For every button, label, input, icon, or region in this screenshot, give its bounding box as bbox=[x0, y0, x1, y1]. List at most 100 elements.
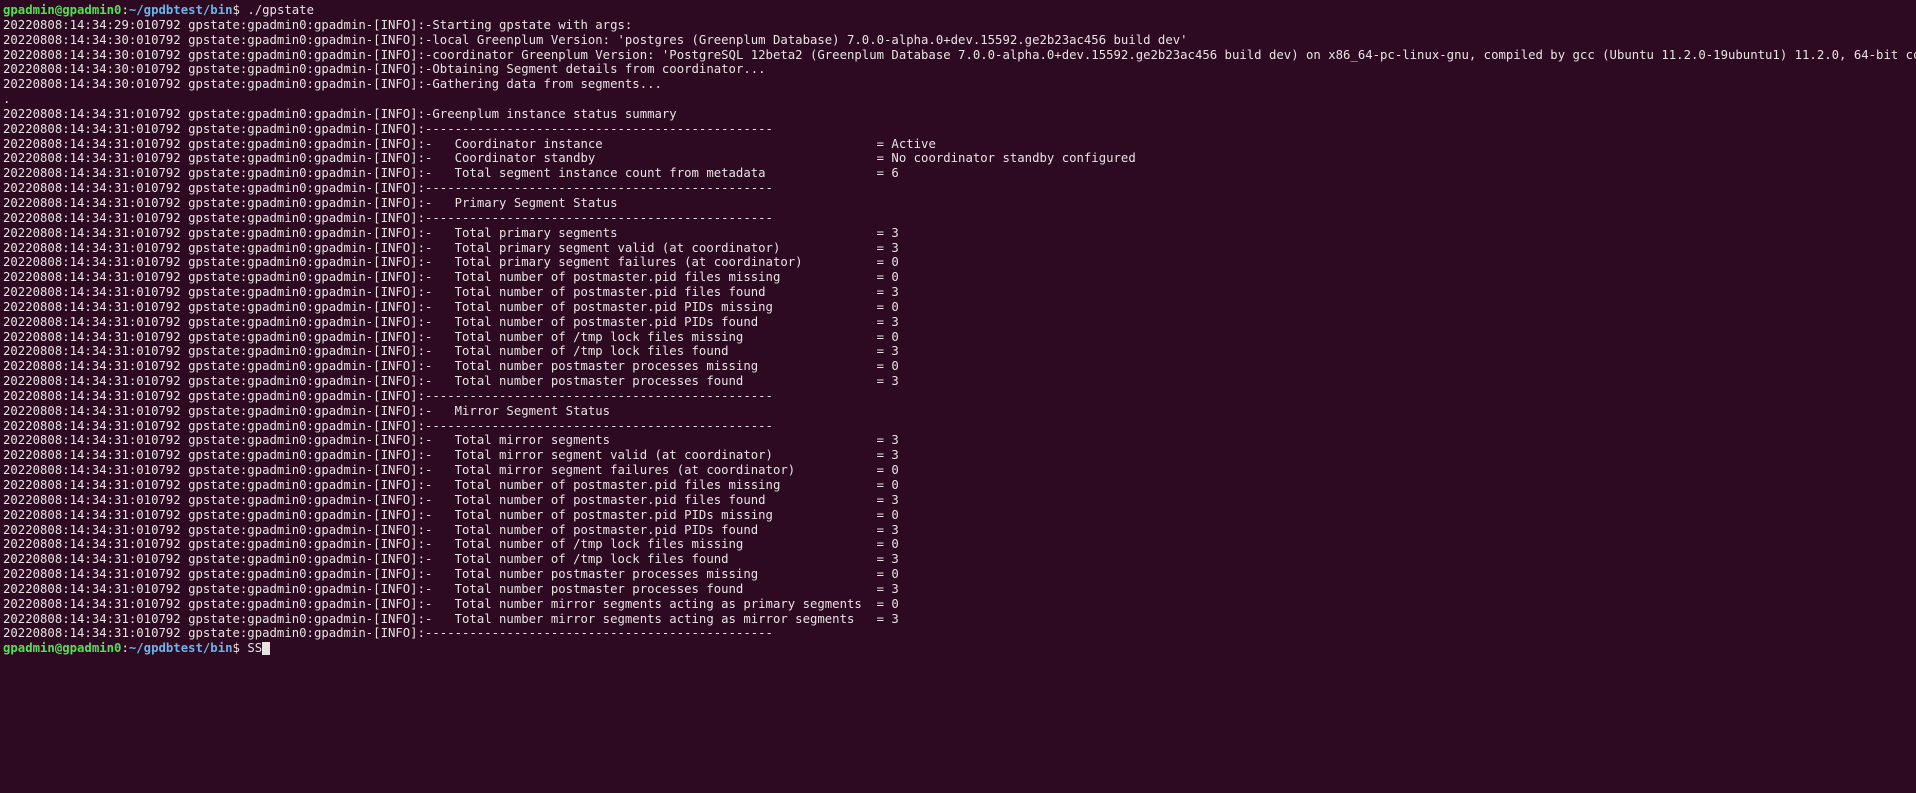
log-line: 20220808:14:34:30:010792 gpstate:gpadmin… bbox=[3, 48, 1916, 63]
section-separator: 20220808:14:34:31:010792 gpstate:gpadmin… bbox=[3, 389, 1916, 404]
status-key: Total primary segment valid (at coordina… bbox=[454, 240, 877, 255]
log-prefix: 20220808:14:34:30:010792 gpstate:gpadmin… bbox=[3, 47, 425, 62]
section-heading: 20220808:14:34:31:010792 gpstate:gpadmin… bbox=[3, 404, 1916, 419]
prompt-dollar-sign: $ bbox=[232, 641, 248, 656]
status-value: 0 bbox=[891, 329, 899, 344]
log-prefix: 20220808:14:34:31:010792 gpstate:gpadmin… bbox=[3, 448, 455, 463]
log-prefix: 20220808:14:34:31:010792 gpstate:gpadmin… bbox=[3, 195, 425, 210]
log-message: -Starting gpstate with args: bbox=[425, 17, 633, 32]
prompt-user-host: gpadmin@gpadmin0 bbox=[3, 3, 122, 17]
status-key: Total primary segment failures (at coord… bbox=[454, 255, 877, 270]
status-value: 3 bbox=[891, 581, 899, 596]
log-prefix: 20220808:14:34:31:010792 gpstate:gpadmin… bbox=[3, 329, 455, 344]
log-prefix: 20220808:14:34:31:010792 gpstate:gpadmin… bbox=[3, 478, 455, 492]
status-key: Total mirror segment failures (at coordi… bbox=[454, 463, 877, 478]
text-cursor bbox=[262, 642, 270, 656]
log-prefix: 20220808:14:34:31:010792 gpstate:gpadmin… bbox=[3, 270, 455, 285]
status-row: 20220808:14:34:31:010792 gpstate:gpadmin… bbox=[3, 463, 1916, 478]
status-equals: = bbox=[876, 374, 892, 389]
status-value: 3 bbox=[891, 225, 899, 240]
status-row: 20220808:14:34:31:010792 gpstate:gpadmin… bbox=[3, 374, 1916, 389]
status-value: 0 bbox=[891, 567, 899, 582]
log-line: 20220808:14:34:31:010792 gpstate:gpadmin… bbox=[3, 107, 1916, 122]
status-value: 3 bbox=[891, 374, 899, 389]
section-heading: 20220808:14:34:31:010792 gpstate:gpadmin… bbox=[3, 196, 1916, 211]
log-prefix: 20220808:14:34:31:010792 gpstate:gpadmin… bbox=[3, 433, 455, 448]
log-prefix: 20220808:14:34:31:010792 gpstate:gpadmin… bbox=[3, 537, 455, 552]
status-key: Total number mirror segments acting as p… bbox=[454, 596, 877, 611]
status-equals: = bbox=[876, 581, 892, 596]
log-message: -Greenplum instance status summary bbox=[425, 106, 677, 121]
log-message: ----------------------------------------… bbox=[425, 388, 773, 403]
log-prefix: 20220808:14:34:30:010792 gpstate:gpadmin… bbox=[3, 77, 425, 92]
log-prefix: 20220808:14:34:31:010792 gpstate:gpadmin… bbox=[3, 492, 455, 507]
status-row: 20220808:14:34:31:010792 gpstate:gpadmin… bbox=[3, 344, 1916, 359]
shell-input-text[interactable]: SS bbox=[247, 641, 262, 655]
status-key: Total mirror segments bbox=[454, 433, 877, 448]
status-equals: = bbox=[876, 285, 892, 300]
status-value: 3 bbox=[891, 285, 899, 300]
progress-dot-line: . bbox=[3, 92, 1916, 107]
status-row: 20220808:14:34:31:010792 gpstate:gpadmin… bbox=[3, 315, 1916, 330]
log-message: ----------------------------------------… bbox=[425, 418, 773, 433]
status-row: 20220808:14:34:31:010792 gpstate:gpadmin… bbox=[3, 537, 1916, 552]
log-prefix: 20220808:14:34:31:010792 gpstate:gpadmin… bbox=[3, 106, 425, 121]
status-row: 20220808:14:34:31:010792 gpstate:gpadmin… bbox=[3, 255, 1916, 270]
status-value: 3 bbox=[891, 522, 899, 537]
status-row: 20220808:14:34:31:010792 gpstate:gpadmin… bbox=[3, 433, 1916, 448]
section-separator: 20220808:14:34:31:010792 gpstate:gpadmin… bbox=[3, 211, 1916, 226]
log-prefix: 20220808:14:34:29:010792 gpstate:gpadmin… bbox=[3, 17, 425, 32]
status-equals: = bbox=[876, 537, 892, 552]
status-row: 20220808:14:34:31:010792 gpstate:gpadmin… bbox=[3, 330, 1916, 345]
status-value: 3 bbox=[891, 552, 899, 567]
status-value: 3 bbox=[891, 240, 899, 255]
log-prefix: 20220808:14:34:30:010792 gpstate:gpadmin… bbox=[3, 62, 425, 77]
status-key: Total number of postmaster.pid files fou… bbox=[454, 285, 877, 300]
status-value: 3 bbox=[891, 448, 899, 463]
status-key: Total number mirror segments acting as m… bbox=[454, 611, 877, 626]
log-prefix: 20220808:14:34:31:010792 gpstate:gpadmin… bbox=[3, 388, 425, 403]
status-equals: = bbox=[876, 151, 892, 166]
prompt-colon: : bbox=[121, 641, 129, 656]
log-message: ----------------------------------------… bbox=[425, 121, 773, 136]
status-equals: = bbox=[876, 359, 892, 374]
log-prefix: 20220808:14:34:31:010792 gpstate:gpadmin… bbox=[3, 581, 455, 596]
status-equals: = bbox=[876, 314, 892, 329]
log-prefix: 20220808:14:34:31:010792 gpstate:gpadmin… bbox=[3, 418, 425, 433]
log-prefix: 20220808:14:34:31:010792 gpstate:gpadmin… bbox=[3, 463, 455, 478]
status-value: 3 bbox=[891, 314, 899, 329]
status-row: 20220808:14:34:31:010792 gpstate:gpadmin… bbox=[3, 493, 1916, 508]
status-key: Total number of /tmp lock files found bbox=[454, 552, 877, 567]
shell-prompt-line[interactable]: gpadmin@gpadmin0:~/gpdbtest/bin$ ./gpsta… bbox=[3, 3, 1916, 18]
status-key: Total number postmaster processes missin… bbox=[454, 359, 877, 374]
status-row: 20220808:14:34:31:010792 gpstate:gpadmin… bbox=[3, 567, 1916, 582]
status-value: Active bbox=[891, 136, 936, 151]
status-row: 20220808:14:34:31:010792 gpstate:gpadmin… bbox=[3, 552, 1916, 567]
status-value: 0 bbox=[891, 507, 899, 522]
status-equals: = bbox=[876, 611, 892, 626]
status-value: 3 bbox=[891, 433, 899, 448]
status-key: Total number of postmaster.pid PIDs foun… bbox=[454, 314, 877, 329]
log-prefix: 20220808:14:34:30:010792 gpstate:gpadmin… bbox=[3, 32, 425, 47]
log-prefix: 20220808:14:34:31:010792 gpstate:gpadmin… bbox=[3, 552, 455, 567]
status-value: 0 bbox=[891, 478, 899, 492]
shell-command-text[interactable]: ./gpstate bbox=[247, 3, 314, 17]
log-prefix: 20220808:14:34:31:010792 gpstate:gpadmin… bbox=[3, 285, 455, 300]
log-message: ----------------------------------------… bbox=[425, 210, 773, 225]
status-equals: = bbox=[876, 344, 892, 359]
status-key: Coordinator standby bbox=[454, 151, 877, 166]
status-equals: = bbox=[876, 478, 892, 492]
status-row: 20220808:14:34:31:010792 gpstate:gpadmin… bbox=[3, 285, 1916, 300]
status-equals: = bbox=[876, 166, 892, 181]
status-row: 20220808:14:34:31:010792 gpstate:gpadmin… bbox=[3, 241, 1916, 256]
status-key: Coordinator instance bbox=[454, 136, 877, 151]
log-prefix: 20220808:14:34:31:010792 gpstate:gpadmin… bbox=[3, 507, 455, 522]
shell-prompt-final[interactable]: gpadmin@gpadmin0:~/gpdbtest/bin$ SS bbox=[3, 641, 1916, 656]
log-message: ----------------------------------------… bbox=[425, 626, 773, 641]
prompt-path: ~/gpdbtest/bin bbox=[128, 641, 233, 656]
status-row: 20220808:14:34:31:010792 gpstate:gpadmin… bbox=[3, 612, 1916, 627]
status-row: 20220808:14:34:31:010792 gpstate:gpadmin… bbox=[3, 300, 1916, 315]
terminal-window[interactable]: gpadmin@gpadmin0:~/gpdbtest/bin$ ./gpsta… bbox=[0, 0, 1916, 793]
status-row: 20220808:14:34:31:010792 gpstate:gpadmin… bbox=[3, 508, 1916, 523]
status-key: Total number postmaster processes missin… bbox=[454, 567, 877, 582]
